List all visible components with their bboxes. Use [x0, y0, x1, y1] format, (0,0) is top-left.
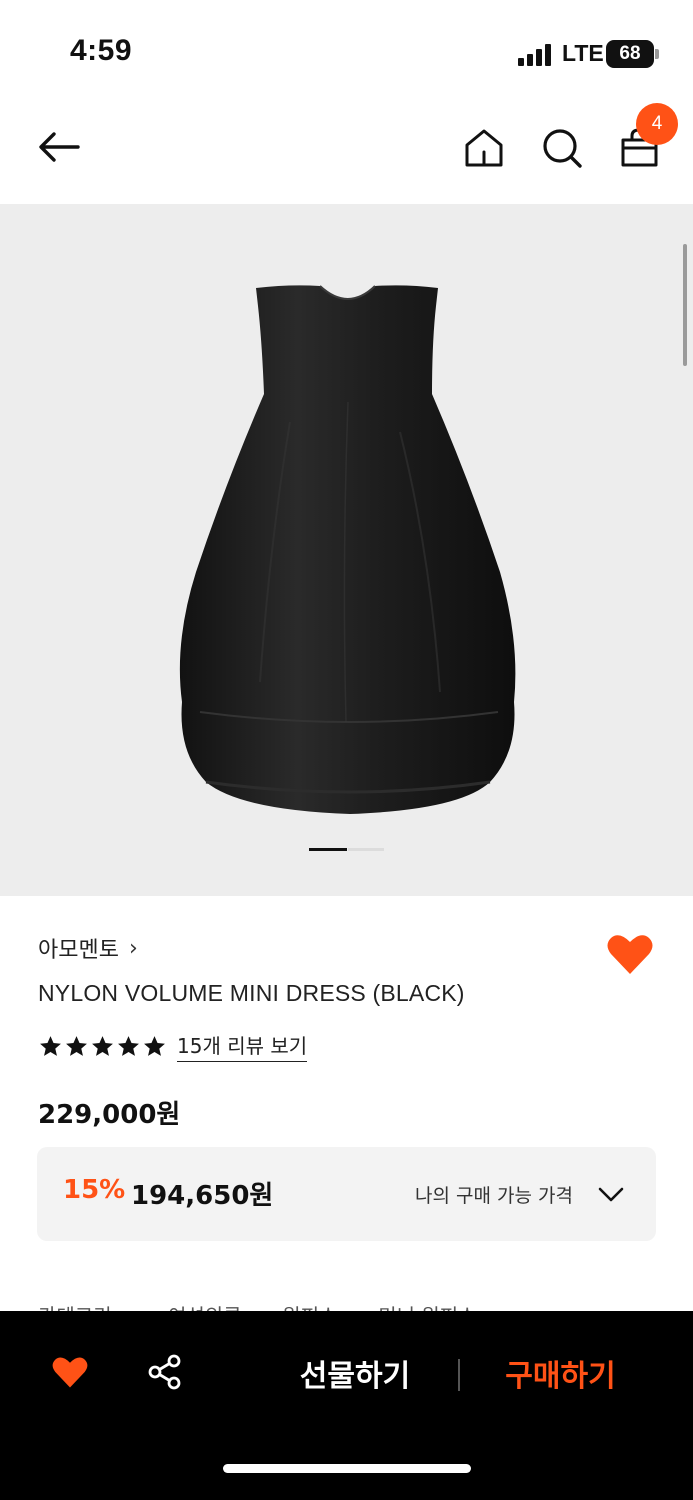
- buy-button[interactable]: 구매하기: [478, 1351, 643, 1395]
- gift-button[interactable]: 선물하기: [270, 1351, 440, 1395]
- back-button[interactable]: [36, 124, 82, 170]
- cart-count-badge: 4: [636, 103, 678, 145]
- star-icon: [40, 1035, 61, 1056]
- search-icon: [543, 129, 582, 168]
- product-image: [179, 285, 516, 814]
- star-icon: [92, 1035, 113, 1056]
- arrow-left-icon: [39, 132, 80, 162]
- brand-link[interactable]: 아모멘토 ›: [38, 932, 138, 964]
- signal-icon: [518, 44, 554, 66]
- carrier-label: LTE: [562, 40, 604, 66]
- product-image-gallery[interactable]: [0, 204, 693, 896]
- chevron-down-icon: [598, 1187, 624, 1202]
- star-icon: [144, 1035, 165, 1056]
- product-title: NYLON VOLUME MINI DRESS (BLACK): [38, 980, 465, 1006]
- status-bar: 4:59 LTE 68: [0, 0, 693, 100]
- star-icon: [66, 1035, 87, 1056]
- home-indicator[interactable]: [223, 1464, 471, 1473]
- star-icon: [118, 1035, 139, 1056]
- rating-row: 15개 리뷰 보기: [38, 1030, 308, 1062]
- pager-indicator[interactable]: [348, 848, 384, 851]
- heart-icon: [607, 935, 653, 974]
- divider: [458, 1359, 460, 1391]
- home-button[interactable]: [462, 126, 508, 172]
- heart-icon: [52, 1357, 88, 1388]
- home-icon: [465, 129, 503, 167]
- review-link[interactable]: 15개 리뷰 보기: [177, 1030, 308, 1062]
- my-price-box[interactable]: 15% 194,650원 나의 구매 가능 가격: [37, 1147, 656, 1241]
- discount-rate: 15%: [63, 1175, 126, 1205]
- search-button[interactable]: [540, 126, 586, 172]
- share-button[interactable]: [146, 1353, 184, 1391]
- status-time: 4:59: [70, 34, 133, 67]
- discount-price: 194,650원: [131, 1181, 274, 1211]
- chevron-right-icon: ›: [128, 935, 138, 961]
- brand-name: 아모멘토: [38, 938, 119, 963]
- wishlist-button[interactable]: [606, 932, 654, 976]
- bottom-action-bar: 선물하기 구매하기: [0, 1311, 693, 1500]
- original-price: 229,000원: [38, 1100, 181, 1130]
- bottom-wishlist-button[interactable]: [51, 1355, 89, 1389]
- battery-icon: 68: [606, 40, 654, 68]
- gallery-scrollbar[interactable]: [683, 244, 687, 366]
- top-nav: [0, 100, 693, 204]
- battery-tip: [655, 49, 659, 59]
- share-icon: [148, 1354, 181, 1390]
- my-price-label: 나의 구매 가능 가격: [415, 1185, 573, 1207]
- pager-indicator-active[interactable]: [309, 848, 347, 851]
- star-rating: [38, 1034, 167, 1059]
